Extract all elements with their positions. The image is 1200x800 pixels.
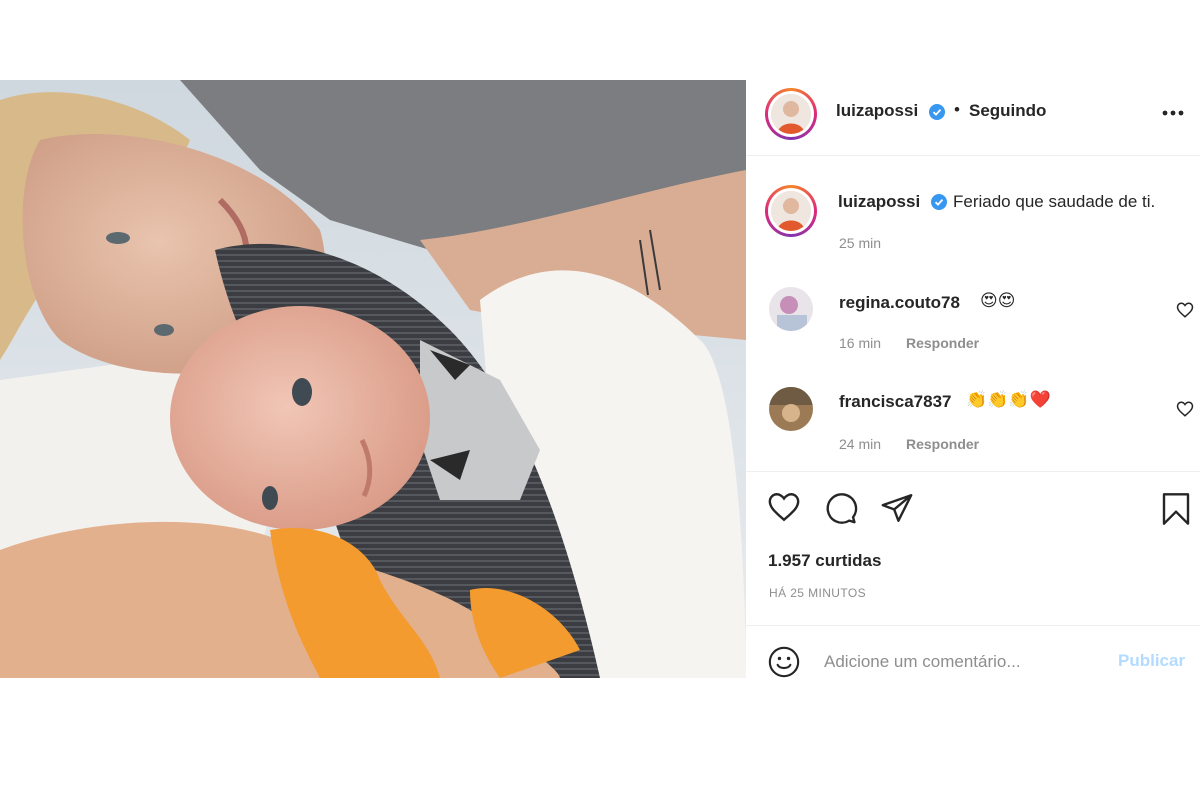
post-time-ago[interactable]: HÁ 25 MINUTOS <box>769 586 866 600</box>
post-side-panel: luizapossi • Seguindo luizapossi Feriado… <box>746 80 1200 678</box>
commenter-avatar[interactable] <box>769 287 813 331</box>
comment-username[interactable]: regina.couto78 <box>839 293 960 313</box>
comment-like-heart-icon[interactable] <box>1176 301 1194 319</box>
caption-author-avatar[interactable] <box>765 185 817 237</box>
post-photo[interactable] <box>0 80 746 678</box>
separator-dot: • <box>954 100 960 119</box>
add-comment-input[interactable] <box>824 648 1104 676</box>
reply-button[interactable]: Responder <box>906 436 979 452</box>
comment-username[interactable]: francisca7837 <box>839 392 951 412</box>
save-bookmark-icon[interactable] <box>1160 491 1192 532</box>
post-header: luizapossi • Seguindo <box>746 80 1200 156</box>
following-button[interactable]: Seguindo <box>969 101 1046 121</box>
likes-count[interactable]: 1.957 curtidas <box>768 551 881 571</box>
comment-timestamp[interactable]: 24 min <box>839 436 881 452</box>
author-username[interactable]: luizapossi <box>836 101 918 121</box>
divider <box>746 625 1200 626</box>
comment-like-heart-icon[interactable] <box>1176 400 1194 418</box>
comment-text: 😍😍 <box>980 291 1016 310</box>
share-paper-plane-icon[interactable] <box>880 491 914 530</box>
post-image <box>0 80 746 678</box>
verified-badge-icon <box>931 194 947 215</box>
verified-badge-icon <box>929 104 945 125</box>
divider <box>746 471 1200 472</box>
commenter-avatar[interactable] <box>769 387 813 431</box>
reply-button[interactable]: Responder <box>906 335 979 351</box>
like-heart-icon[interactable] <box>766 490 802 529</box>
smiley-icon[interactable] <box>767 645 801 679</box>
comment-bubble-icon[interactable] <box>824 491 858 530</box>
author-avatar[interactable] <box>765 88 817 140</box>
caption-timestamp[interactable]: 25 min <box>839 235 881 251</box>
more-options-icon[interactable] <box>1160 103 1186 123</box>
comment-timestamp[interactable]: 16 min <box>839 335 881 351</box>
caption-username[interactable]: luizapossi <box>838 192 920 212</box>
comment-text: 👏👏👏❤️ <box>966 390 1051 409</box>
publish-button[interactable]: Publicar <box>1118 651 1185 671</box>
caption-text: Feriado que saudade de ti. <box>953 192 1156 211</box>
